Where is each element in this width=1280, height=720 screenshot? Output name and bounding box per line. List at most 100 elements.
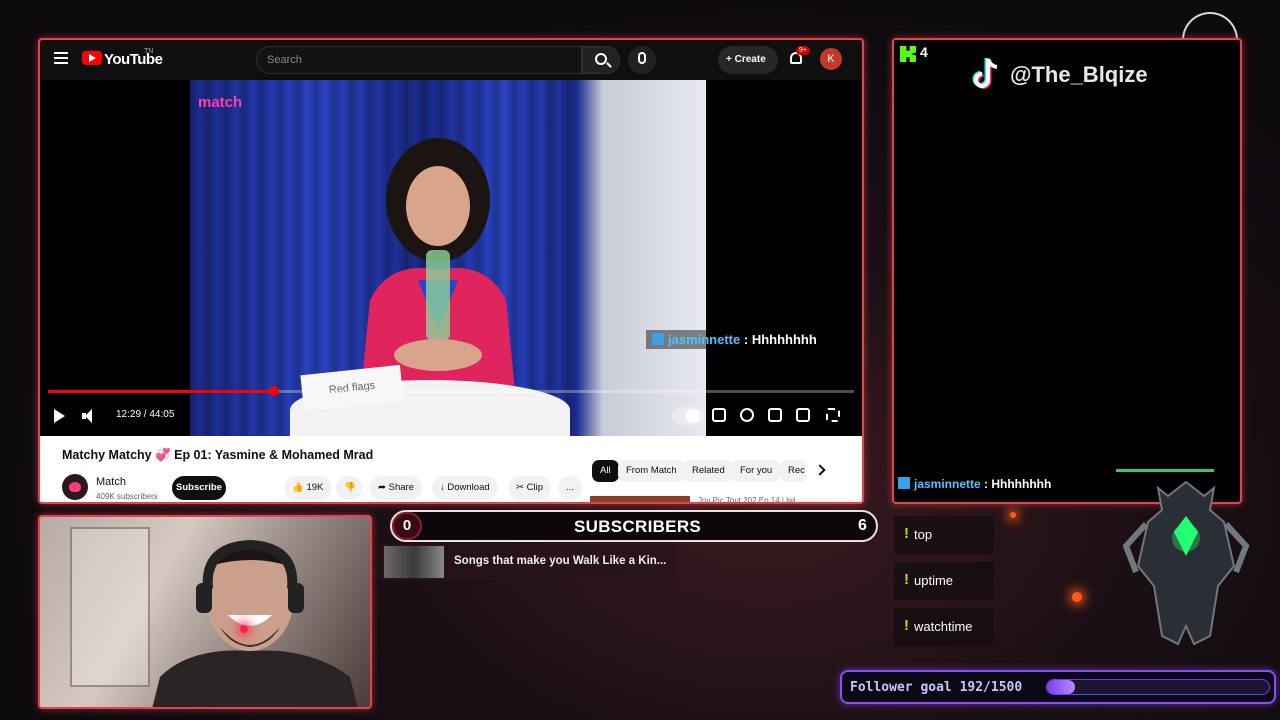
channel-name[interactable]: Match (96, 476, 126, 488)
download-icon: ↓ (440, 482, 445, 493)
captions-icon[interactable] (712, 408, 726, 422)
command-label: uptime (914, 573, 954, 588)
video-person-illustration (360, 138, 516, 400)
progress-scrubber[interactable] (268, 386, 279, 396)
now-playing-thumbnail (384, 546, 444, 578)
chip-from-match[interactable]: From Match (618, 460, 685, 482)
account-avatar[interactable]: K (820, 48, 842, 70)
youtube-logo-icon[interactable] (82, 51, 102, 65)
ember-decoration (1010, 512, 1016, 518)
chat-panel-message: jasminnette : Hhhhhhhh (898, 477, 1051, 491)
chip-all[interactable]: All (592, 460, 619, 482)
follower-goal-fill (1047, 680, 1076, 694)
more-actions-button[interactable]: ... (558, 476, 582, 500)
clip-button[interactable]: ✂ Clip (508, 476, 551, 500)
download-label: Download (447, 482, 490, 493)
share-button[interactable]: ➦ Share (370, 476, 422, 500)
recommended-video-thumbnail[interactable] (590, 496, 690, 502)
command-bang: ! (904, 571, 909, 588)
subscribe-button[interactable]: Subscribe (172, 476, 226, 500)
plus-icon: + (726, 54, 735, 65)
chat-message: Hhhhhhhh (991, 477, 1052, 491)
command-uptime: ! uptime (894, 562, 994, 600)
chat-username: jasminnette (668, 332, 741, 347)
command-label: top (914, 527, 933, 542)
follower-goal-track (1046, 679, 1270, 695)
webcam-background-door (70, 527, 150, 687)
tiktok-logo-icon (972, 58, 998, 89)
notification-badge: 9+ (796, 46, 810, 55)
recommended-video-title[interactable]: Joy Pic Tout 202 Ep 14 | lwi... (698, 496, 838, 502)
youtube-logo-text[interactable]: YouTube (104, 51, 163, 68)
mascot-knight-illustration (1122, 480, 1250, 646)
kick-badge-icon (898, 477, 910, 489)
chip-related[interactable]: Related (684, 460, 733, 482)
play-icon[interactable] (54, 409, 65, 423)
like-button[interactable]: 👍 19K (284, 476, 332, 500)
follower-goal-text: Follower goal 192/1500 (850, 680, 1023, 695)
social-panel: 4 @The_Blqize jasminnette : Hhhhhhhh (892, 38, 1242, 504)
video-title: Matchy Matchy 💞 Ep 01: Yasmine & Mohamed… (62, 448, 374, 462)
search-button[interactable] (582, 46, 620, 74)
command-bang: ! (904, 525, 909, 542)
chat-activity-bar (1116, 469, 1214, 472)
chevron-right-icon[interactable] (814, 464, 826, 476)
share-label: Share (388, 482, 414, 493)
search-input[interactable]: Search (256, 46, 582, 74)
subscriber-goal-count: 6 (858, 517, 867, 534)
progress-bar-fill (48, 390, 274, 393)
follower-goal-bar: Follower goal 192/1500 (840, 670, 1276, 704)
ember-decoration (1072, 592, 1082, 602)
like-count: 19K (306, 482, 324, 493)
video-player[interactable]: match Red flags jasminnette : Hhhhhhhh 1… (40, 80, 862, 436)
miniplayer-icon[interactable] (768, 408, 782, 422)
youtube-topbar: YouTube TN Search + Create 9+ K (40, 40, 862, 80)
kick-badge-icon (652, 333, 664, 345)
now-playing-card: Songs that make you Walk Like a Kin... (380, 544, 676, 580)
channel-avatar[interactable] (62, 474, 88, 500)
scissors-icon: ✂ (516, 482, 524, 493)
fullscreen-icon[interactable] (826, 408, 840, 422)
player-controls: 12:29 / 44:05 (40, 400, 862, 432)
webcam-feed (38, 515, 372, 709)
progress-bar[interactable] (48, 386, 854, 396)
chat-overlay-message: jasminnette : Hhhhhhhh (646, 330, 823, 349)
chat-separator: : (740, 332, 752, 347)
chat-separator: : (980, 477, 992, 491)
now-playing-title: Songs that make you Walk Like a Kin... (454, 555, 667, 567)
microphone-light (240, 625, 248, 633)
clip-label: Clip (526, 482, 543, 493)
hamburger-menu-icon[interactable] (54, 52, 68, 64)
create-button[interactable]: + Create (718, 46, 778, 74)
subscriber-counter: 0 SUBSCRIBERS 6 (390, 510, 878, 542)
youtube-window: YouTube TN Search + Create 9+ K match Re… (38, 38, 864, 504)
youtube-country-code: TN (144, 48, 154, 55)
cast-icon[interactable] (796, 408, 810, 422)
subscriber-start-count: 0 (392, 512, 422, 540)
command-label: watchtime (914, 619, 973, 634)
chat-message: Hhhhhhhh (751, 332, 817, 347)
download-button[interactable]: ↓ Download (432, 476, 498, 500)
video-brand-watermark: match (198, 94, 243, 111)
voice-search-button[interactable] (628, 46, 656, 74)
chip-for-you[interactable]: For you (732, 460, 781, 482)
search-icon (595, 53, 607, 65)
time-display: 12:29 / 44:05 (116, 409, 175, 420)
thumbs-up-icon: 👍 (292, 482, 304, 493)
command-top: ! top (894, 516, 994, 554)
settings-gear-icon[interactable] (740, 408, 754, 422)
dislike-button[interactable]: 👎 (336, 476, 362, 500)
microphone-icon (638, 52, 646, 64)
command-watchtime: ! watchtime (894, 608, 994, 646)
chat-username: jasminnette (914, 477, 981, 491)
share-icon: ➦ (378, 482, 386, 493)
command-bang: ! (904, 617, 909, 634)
webcam-person (152, 539, 358, 707)
volume-icon[interactable] (82, 409, 92, 423)
thumbs-down-icon: 👎 (344, 482, 356, 493)
autoplay-toggle[interactable] (672, 407, 706, 425)
channel-subscriber-count: 409K subscribers (96, 492, 158, 501)
subscriber-label: SUBSCRIBERS (574, 517, 702, 536)
chip-recent[interactable]: Rec (780, 460, 806, 482)
kick-viewer-count: 4 (920, 44, 928, 60)
